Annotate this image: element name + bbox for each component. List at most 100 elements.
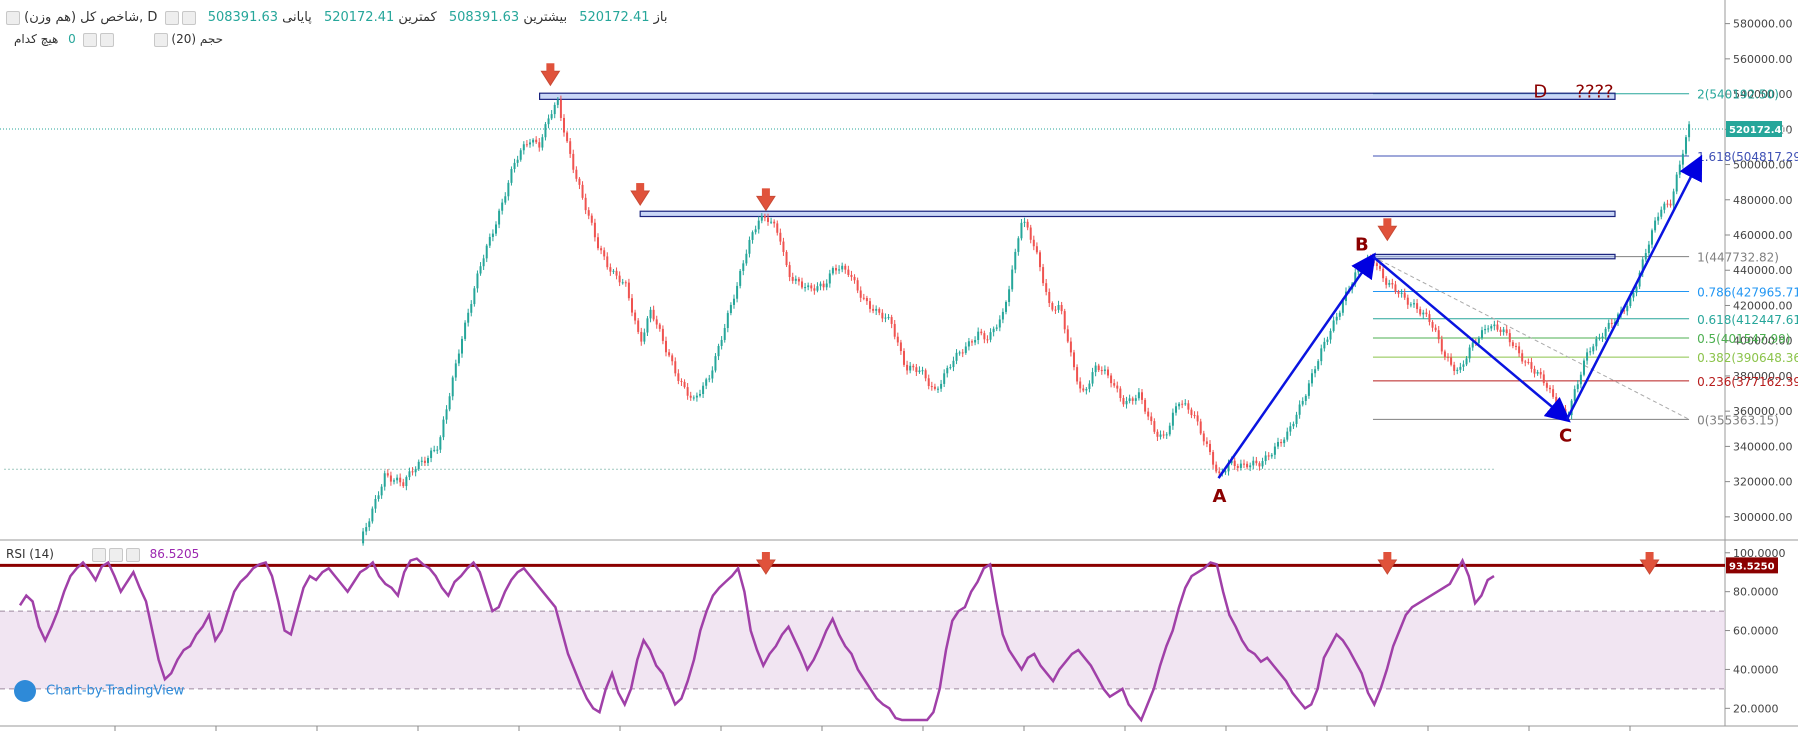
candle-body	[1029, 227, 1032, 240]
candle-body	[1490, 326, 1493, 329]
candle-body	[655, 319, 658, 325]
fib-level-label: 1.618(504817.29)	[1697, 150, 1798, 164]
candle-body	[952, 360, 955, 368]
candle-body	[1276, 441, 1279, 447]
candle-body	[915, 367, 918, 373]
candle-body	[1688, 124, 1691, 138]
tradingview-watermark[interactable]: Chart-by-TradingView	[14, 680, 184, 702]
candle-body	[1542, 374, 1545, 384]
candle-body	[1072, 352, 1075, 368]
candle-body	[1014, 251, 1017, 270]
header-row-1: شاخص کل (هم وزن), D 508391.63 باز 520172…	[6, 10, 668, 25]
resistance-zone	[539, 92, 1616, 100]
settings-icon[interactable]	[108, 547, 123, 562]
candle-body	[649, 309, 652, 319]
candle-body	[726, 313, 729, 329]
candle-body	[816, 286, 819, 291]
rsi-overbought-text: 93.5250	[1729, 561, 1775, 572]
arrow-down-icon	[1383, 218, 1392, 228]
candle-body	[547, 118, 550, 125]
candle-body	[695, 395, 698, 398]
close-icon[interactable]	[82, 32, 97, 47]
candle-body	[736, 285, 739, 299]
candle-body	[1187, 403, 1190, 410]
candle-body	[739, 270, 742, 286]
candle-body	[380, 486, 383, 496]
candle-body	[559, 99, 562, 118]
candle-body	[1097, 365, 1100, 371]
candle-body	[1079, 381, 1082, 389]
chart-root: 580000.00560000.00540000.00520000.005000…	[0, 0, 1798, 731]
volume-label[interactable]: حجم (20)	[171, 32, 223, 46]
candle-body	[553, 104, 556, 115]
candle-body	[575, 169, 578, 179]
candle-body	[399, 477, 402, 483]
candle-body	[936, 388, 939, 390]
candle-body	[1202, 433, 1205, 442]
candle-body	[1249, 465, 1252, 468]
candle-body	[964, 346, 967, 353]
candle-body	[1088, 383, 1091, 390]
candle-body	[1378, 265, 1381, 269]
candle-body	[946, 367, 949, 374]
close-icon[interactable]	[125, 547, 140, 562]
candle-body	[680, 380, 683, 382]
candle-body	[562, 117, 565, 133]
candle-body	[1666, 203, 1669, 205]
candle-body	[556, 99, 559, 105]
candle-body	[590, 215, 593, 223]
settings-icon[interactable]	[99, 32, 114, 47]
y-tick-label: 580000.00	[1733, 18, 1793, 31]
candle-body	[1159, 434, 1162, 437]
settings-icon[interactable]	[164, 10, 179, 25]
candle-body	[544, 124, 547, 138]
resistance-zone	[639, 210, 1616, 218]
candle-body	[485, 245, 488, 259]
high-label: بیشترین	[523, 10, 568, 25]
candle-body	[368, 521, 371, 528]
candle-body	[661, 328, 664, 341]
eye-icon[interactable]	[91, 547, 106, 562]
candle-body	[674, 361, 677, 374]
candle-body	[1437, 330, 1440, 340]
candle-body	[1001, 311, 1004, 320]
candle-body	[1545, 383, 1548, 388]
close-icon[interactable]	[181, 10, 196, 25]
candle-body	[933, 386, 936, 389]
candle-body	[371, 508, 374, 522]
candle-body	[825, 283, 828, 288]
candle-body	[1267, 455, 1270, 457]
candle-body	[1310, 373, 1313, 384]
candle-body	[1428, 314, 1431, 323]
candle-body	[983, 333, 986, 340]
candle-body	[1094, 365, 1097, 373]
candle-body	[1326, 339, 1329, 342]
candle-body	[853, 276, 856, 281]
candle-body	[822, 283, 825, 288]
candle-body	[1051, 303, 1054, 310]
candle-body	[838, 269, 841, 271]
candle-body	[918, 370, 921, 373]
candle-body	[1456, 369, 1459, 372]
candle-body	[1524, 361, 1527, 363]
symbol-title[interactable]: شاخص کل (هم وزن), D	[24, 10, 157, 25]
candle-body	[791, 276, 794, 281]
candle-body	[872, 308, 875, 311]
collapse-icon[interactable]	[6, 10, 20, 25]
candle-body	[1060, 305, 1063, 312]
candle-body	[1660, 209, 1663, 217]
candle-body	[1406, 297, 1409, 305]
chart-svg[interactable]: 580000.00560000.00540000.00520000.005000…	[0, 0, 1798, 731]
rsi-label[interactable]: RSI (14)	[6, 547, 54, 561]
candle-body	[1564, 409, 1567, 417]
candle-body	[779, 232, 782, 242]
candle-body	[1684, 137, 1687, 154]
candle-body	[788, 265, 791, 277]
candle-body	[1314, 369, 1317, 374]
candle-body	[417, 461, 420, 470]
eye-icon[interactable]	[153, 32, 168, 47]
candle-body	[624, 282, 627, 284]
candle-body	[584, 197, 587, 211]
candle-body	[470, 304, 473, 313]
candle-body	[593, 222, 596, 238]
